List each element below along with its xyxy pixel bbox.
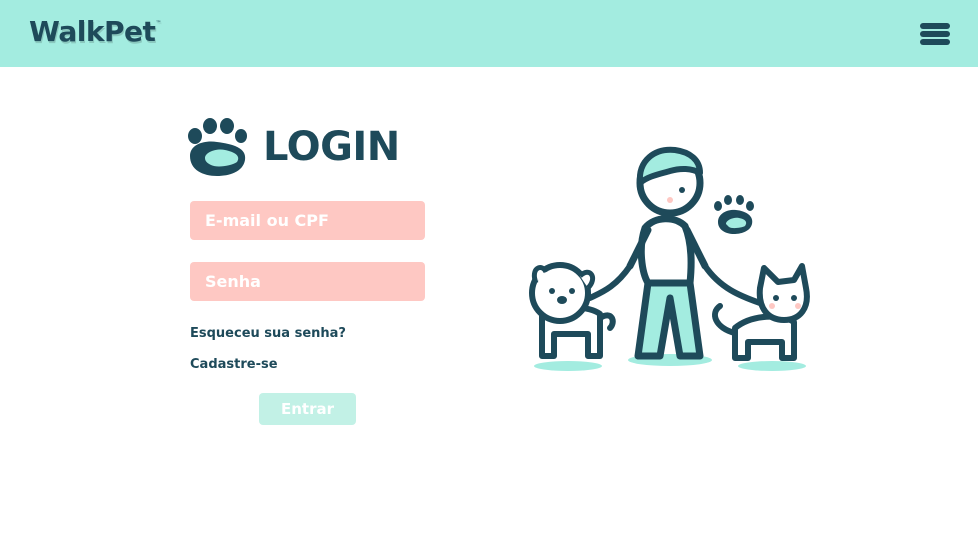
hamburger-menu-icon[interactable] <box>918 22 952 46</box>
login-submit-button[interactable]: Entrar <box>259 393 356 425</box>
brand-name: WalkPet <box>29 15 156 48</box>
trademark-mark: ™ <box>155 20 161 27</box>
signup-link[interactable]: Cadastre-se <box>190 357 278 372</box>
forgot-password-link[interactable]: Esqueceu sua senha? <box>190 326 346 341</box>
paw-icon <box>183 116 249 180</box>
brand-logo[interactable]: WalkPet™ <box>29 15 161 48</box>
top-bar: WalkPet™ <box>0 0 978 67</box>
page-title: LOGIN <box>263 124 400 170</box>
password-input[interactable] <box>190 262 425 301</box>
login-heading: LOGIN <box>183 116 423 182</box>
person-walking-dog-and-cat-illustration <box>520 138 816 378</box>
email-or-cpf-input[interactable] <box>190 201 425 240</box>
